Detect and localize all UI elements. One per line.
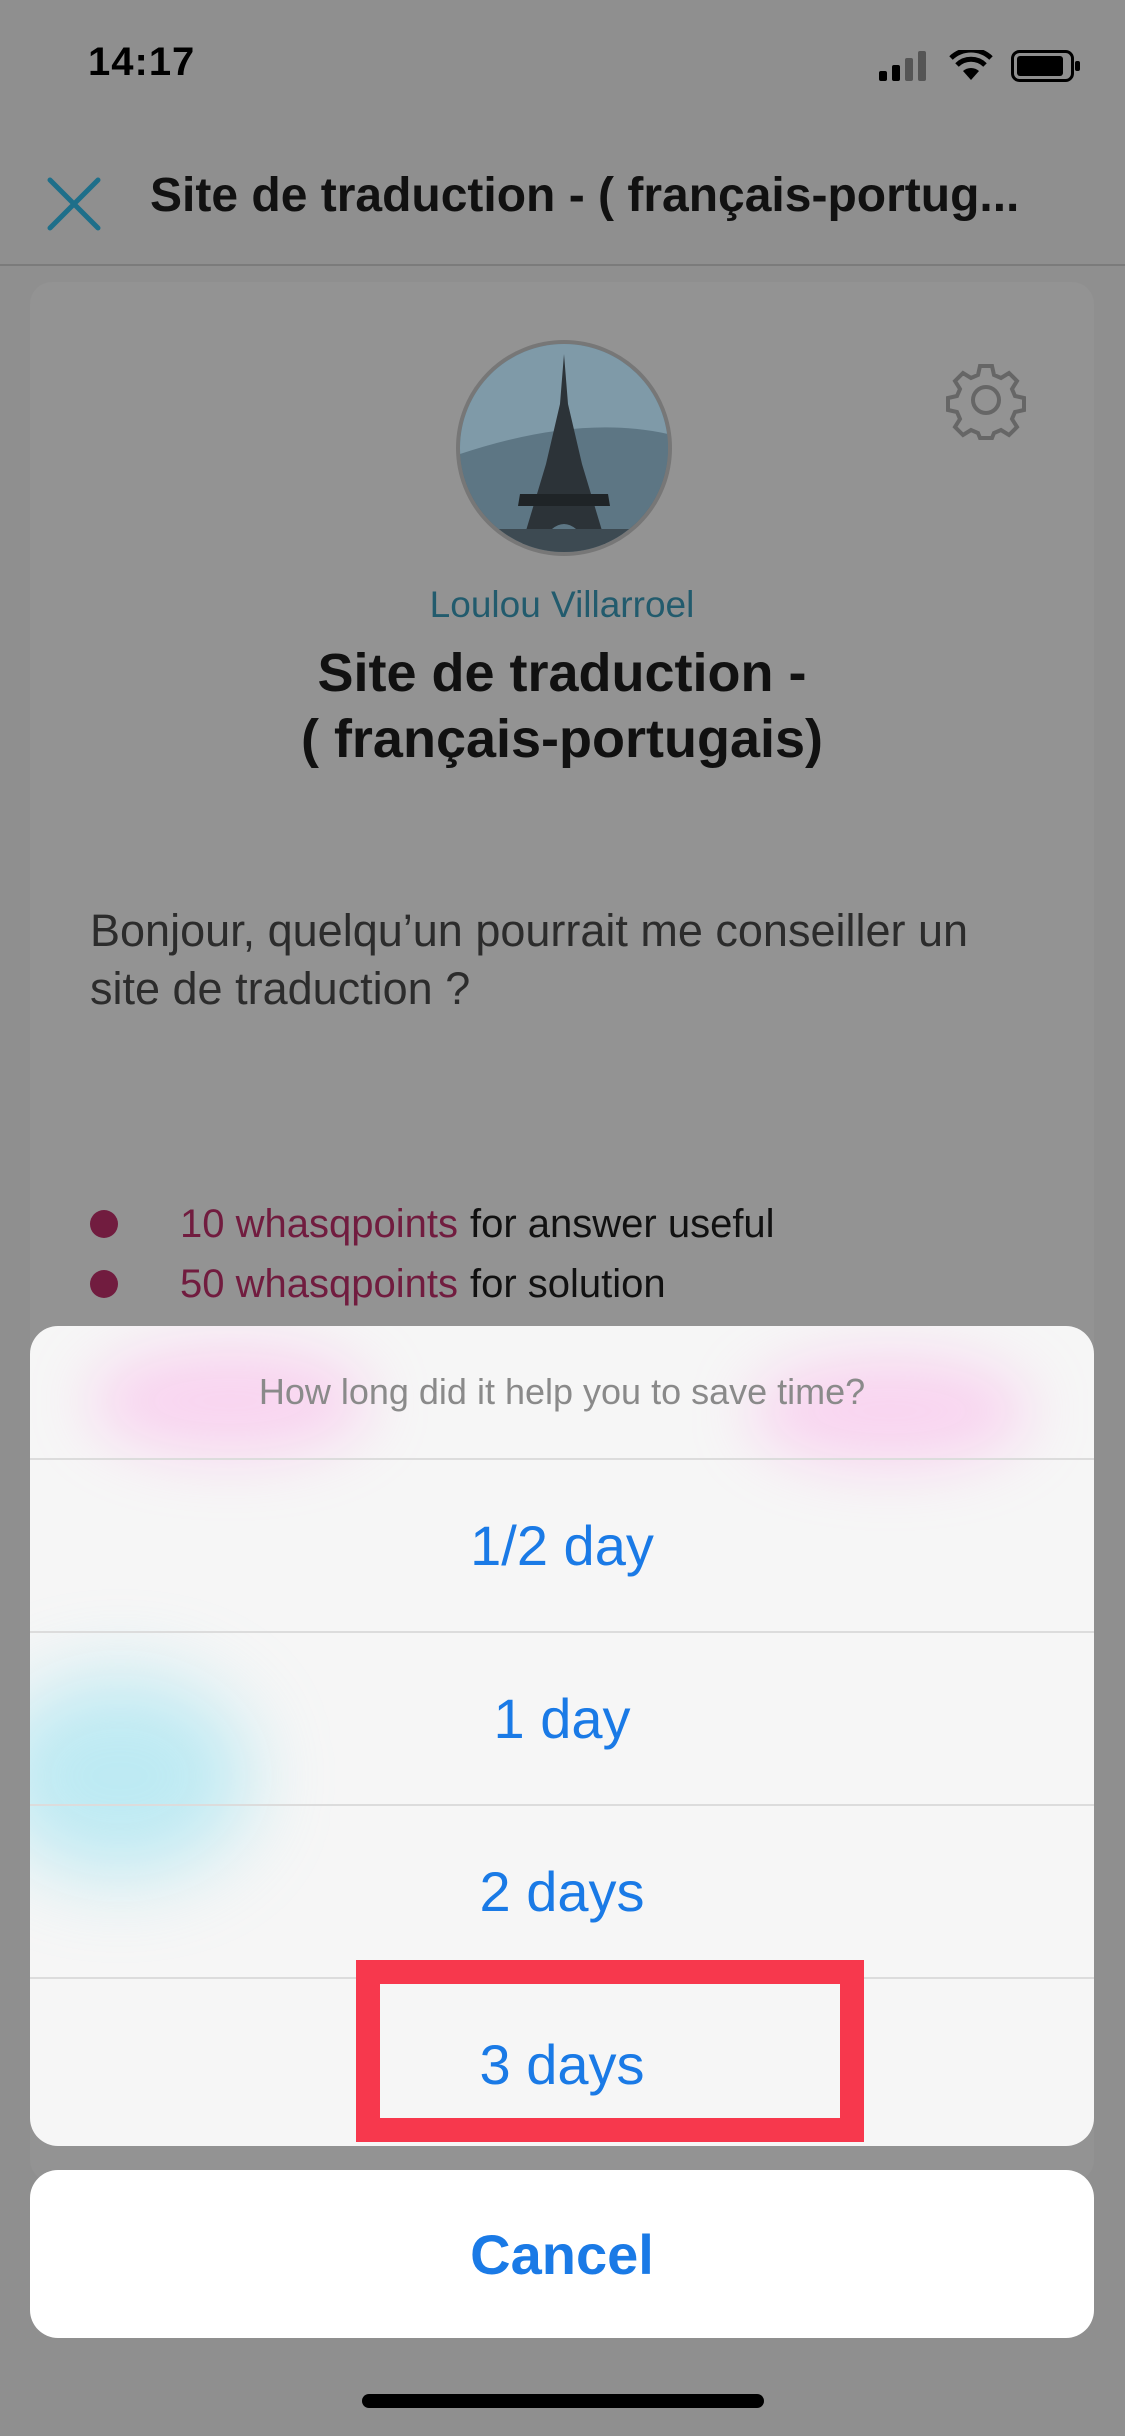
- points-list: 10 whasqpoints for answer useful 50 whas…: [90, 1194, 1050, 1314]
- action-sheet-title: How long did it help you to save time?: [30, 1326, 1094, 1460]
- eiffel-tower-image: [460, 344, 668, 552]
- gear-icon[interactable]: [946, 360, 1026, 440]
- wifi-icon: [949, 50, 993, 80]
- avatar[interactable]: [456, 340, 672, 556]
- status-bar: 14:17: [0, 0, 1125, 132]
- status-icons: [879, 50, 1081, 82]
- option-1-day[interactable]: 1 day: [30, 1633, 1094, 1806]
- nav-title: Site de traduction - ( français-portug..…: [150, 169, 1020, 222]
- cancel-button[interactable]: Cancel: [30, 2170, 1094, 2338]
- highlight-box: [356, 1960, 864, 2142]
- points-text: for answer useful: [469, 1201, 775, 1246]
- points-item: 10 whasqpoints for answer useful: [90, 1194, 1050, 1254]
- signal-icon: [879, 51, 926, 81]
- author-name[interactable]: Loulou Villarroel: [30, 584, 1094, 626]
- question-title: Site de traduction - ( français-portugai…: [110, 640, 1014, 772]
- option-half-day[interactable]: 1/2 day: [30, 1460, 1094, 1633]
- status-time: 14:17: [88, 40, 196, 84]
- bullet-icon: [90, 1210, 118, 1238]
- question-title-line1: Site de traduction -: [317, 643, 807, 703]
- bullet-icon: [90, 1270, 118, 1298]
- points-value: 10 whasqpoints: [180, 1201, 458, 1246]
- question-body: Bonjour, quelqu’un pourrait me conseille…: [90, 905, 969, 1014]
- home-indicator[interactable]: [362, 2394, 764, 2408]
- option-2-days[interactable]: 2 days: [30, 1806, 1094, 1979]
- battery-icon: [1011, 50, 1080, 82]
- points-text: for solution: [469, 1261, 666, 1306]
- close-icon[interactable]: [42, 172, 106, 236]
- points-value: 50 whasqpoints: [180, 1261, 458, 1306]
- question-title-line2: ( français-portugais): [300, 709, 824, 769]
- points-item: 50 whasqpoints for solution: [90, 1254, 1050, 1314]
- nav-bar: Site de traduction - ( français-portug..…: [0, 132, 1125, 266]
